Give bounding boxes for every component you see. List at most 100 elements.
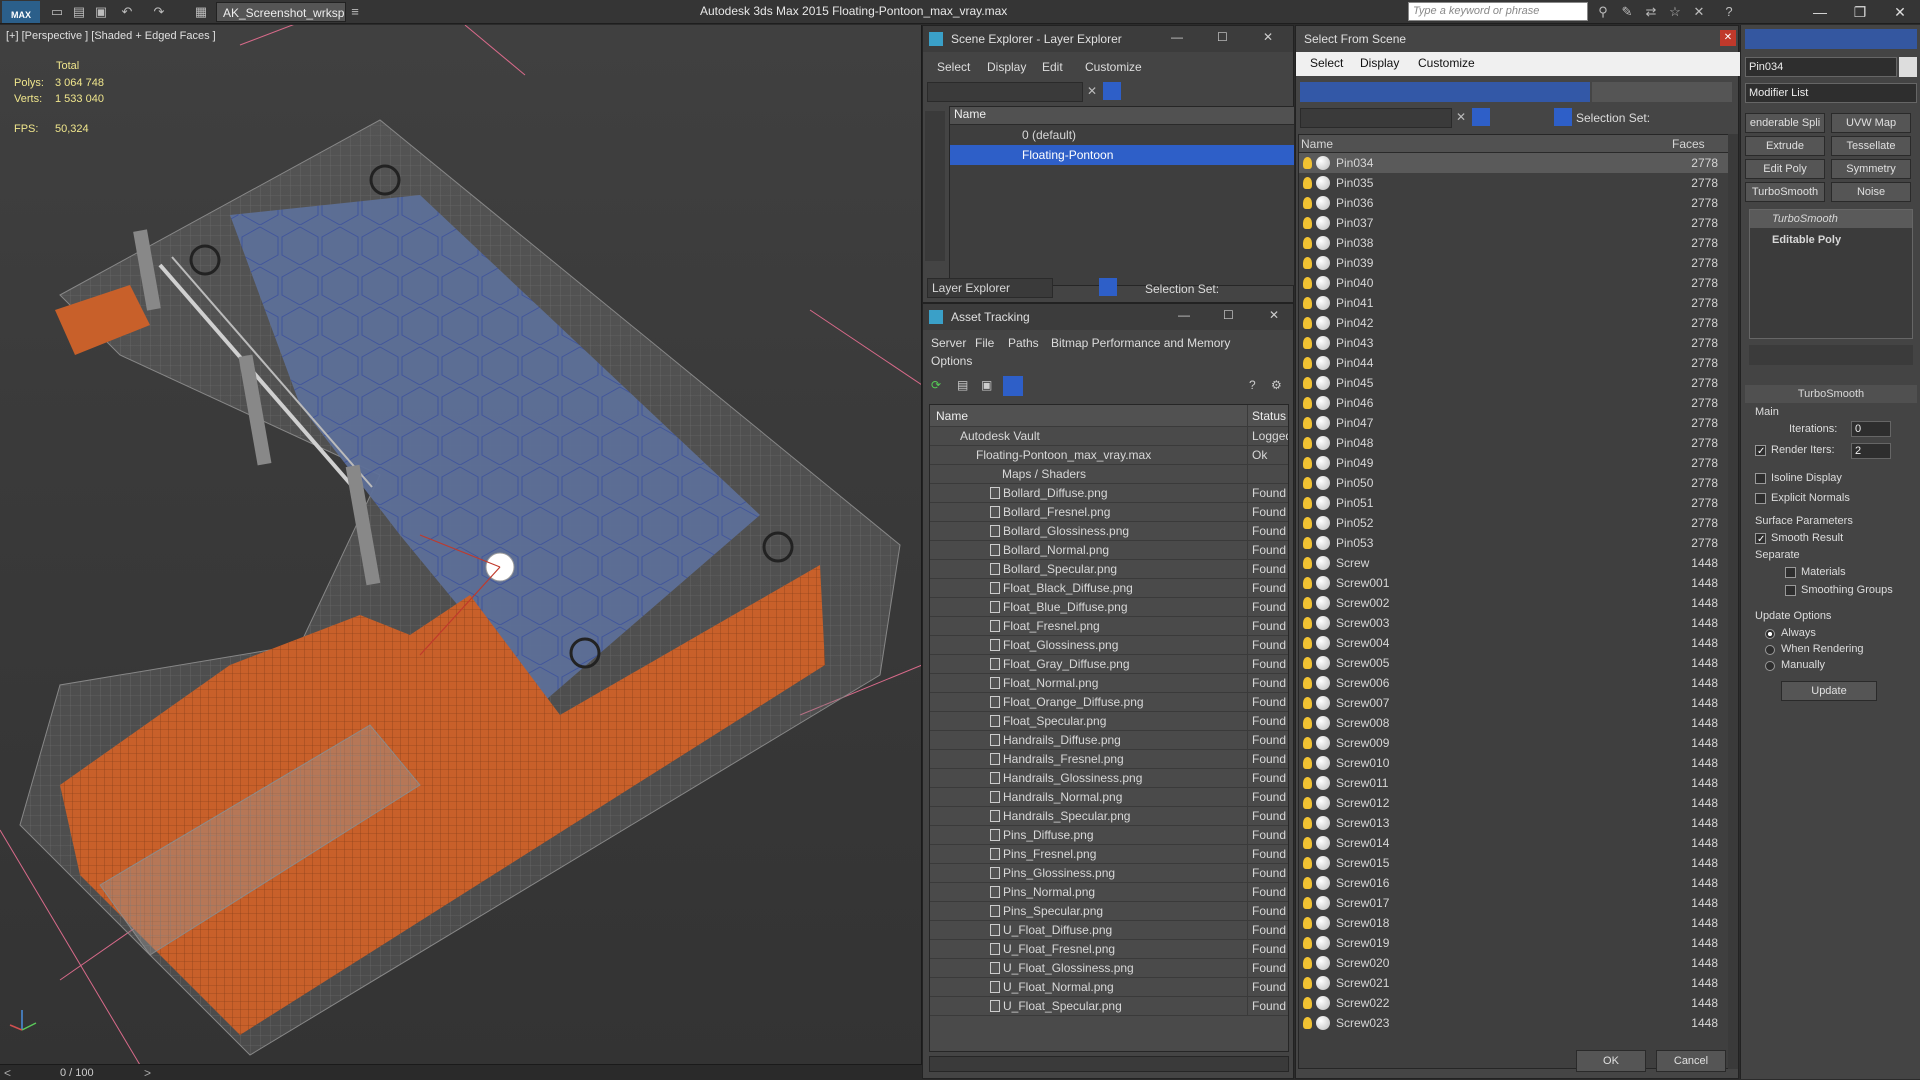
lightbulb-icon[interactable]	[1303, 417, 1312, 429]
menu-customize[interactable]: Customize	[1418, 56, 1475, 70]
viewport-label[interactable]: [+] [Perspective ] [Shaded + Edged Faces…	[6, 30, 216, 42]
object-name-field[interactable]: Pin034	[1745, 57, 1897, 77]
lightbulb-icon[interactable]	[1303, 997, 1312, 1009]
list-view-icon[interactable]: ▤	[957, 378, 968, 392]
lightbulb-icon[interactable]	[1303, 737, 1312, 749]
lightbulb-icon[interactable]	[1303, 157, 1312, 169]
lightbulb-icon[interactable]	[1303, 337, 1312, 349]
lightbulb-icon[interactable]	[1303, 197, 1312, 209]
asset-row-maps-folder[interactable]: Maps / Shaders	[930, 465, 1288, 484]
object-row[interactable]: Screw020 1448	[1299, 953, 1729, 973]
object-row[interactable]: Screw 1448	[1299, 553, 1729, 573]
manually-radio[interactable]	[1765, 661, 1775, 671]
status-column-header[interactable]: Status	[1252, 405, 1288, 427]
menu-select[interactable]: Select	[937, 60, 970, 74]
settings-icon[interactable]: ⚙	[1271, 378, 1282, 392]
extrude-button[interactable]: Extrude	[1745, 136, 1825, 156]
stack-item-turbosmooth[interactable]: TurboSmooth	[1750, 210, 1912, 228]
lightbulb-icon[interactable]	[1303, 237, 1312, 249]
menu-options[interactable]: Options	[931, 354, 972, 368]
asset-row-map[interactable]: Bollard_Diffuse.png Found	[930, 484, 1288, 503]
tools-icon[interactable]: ✎	[1618, 3, 1636, 21]
object-color-swatch[interactable]	[1899, 57, 1917, 77]
object-row[interactable]: Pin035 2778	[1299, 173, 1729, 193]
lightbulb-icon[interactable]	[1303, 597, 1312, 609]
smoothing-groups-checkbox[interactable]	[1785, 585, 1796, 596]
favorites-star-icon[interactable]: ☆	[1666, 3, 1684, 21]
table-view-icon[interactable]	[1003, 376, 1023, 396]
layer-row-default[interactable]: 0 (default)	[950, 125, 1294, 145]
lightbulb-icon[interactable]	[1303, 937, 1312, 949]
object-row[interactable]: Screw019 1448	[1299, 933, 1729, 953]
name-column-header[interactable]: Name	[930, 405, 1248, 427]
perspective-viewport[interactable]: [+] [Perspective ] [Shaded + Edged Faces…	[0, 25, 922, 1065]
scene-search-input[interactable]	[927, 82, 1083, 102]
explorer-mode-dropdown[interactable]: Layer Explorer	[927, 278, 1053, 298]
object-row[interactable]: Screw011 1448	[1299, 773, 1729, 793]
project-folder-icon[interactable]: ▦	[192, 3, 210, 21]
always-radio[interactable]	[1765, 629, 1775, 639]
lightbulb-icon[interactable]	[1303, 717, 1312, 729]
layer-row-floating-pontoon[interactable]: Floating-Pontoon	[950, 145, 1294, 165]
object-row[interactable]: Screw012 1448	[1299, 793, 1729, 813]
horizontal-scrollbar[interactable]	[929, 1056, 1289, 1072]
maximize-icon[interactable]: ☐	[1223, 308, 1234, 322]
minimize-icon[interactable]: —	[1171, 30, 1183, 44]
vertical-scrollbar[interactable]	[1728, 134, 1738, 1069]
image-view-icon[interactable]: ▣	[981, 378, 992, 392]
lightbulb-icon[interactable]	[1303, 657, 1312, 669]
renderable-spline-button[interactable]: enderable Spli	[1745, 113, 1825, 133]
object-row[interactable]: Screw023 1448	[1299, 1013, 1729, 1033]
asset-row-map[interactable]: Float_Glossiness.png Found	[930, 636, 1288, 655]
refresh-icon[interactable]: ⟳	[931, 378, 941, 392]
iterations-spinner[interactable]: 0	[1851, 421, 1891, 437]
lightbulb-icon[interactable]	[1303, 617, 1312, 629]
object-row[interactable]: Pin044 2778	[1299, 353, 1729, 373]
binoculars-icon[interactable]: ⚲	[1594, 3, 1612, 21]
lightbulb-icon[interactable]	[1303, 857, 1312, 869]
asset-row-map[interactable]: Bollard_Normal.png Found	[930, 541, 1288, 560]
keyword-search-input[interactable]: Type a keyword or phrase	[1408, 2, 1588, 21]
asset-row-map[interactable]: U_Float_Specular.png Found	[930, 997, 1288, 1016]
object-row[interactable]: Pin036 2778	[1299, 193, 1729, 213]
selection-toolbar[interactable]	[1592, 82, 1732, 102]
undo-icon[interactable]: ↶	[118, 3, 136, 21]
asset-row-map[interactable]: Float_Specular.png Found	[930, 712, 1288, 731]
object-row[interactable]: Pin049 2778	[1299, 453, 1729, 473]
lightbulb-icon[interactable]	[1303, 877, 1312, 889]
open-file-icon[interactable]: ▤	[70, 3, 88, 21]
asset-row-vault[interactable]: Autodesk Vault Logged	[930, 427, 1288, 446]
object-row[interactable]: Pin048 2778	[1299, 433, 1729, 453]
name-column-header[interactable]: Name	[950, 107, 1294, 125]
object-row[interactable]: Screw001 1448	[1299, 573, 1729, 593]
tessellate-button[interactable]: Tessellate	[1831, 136, 1911, 156]
asset-row-map[interactable]: U_Float_Normal.png Found	[930, 978, 1288, 997]
asset-row-map[interactable]: Bollard_Specular.png Found	[930, 560, 1288, 579]
new-file-icon[interactable]: ▭	[48, 3, 66, 21]
update-button[interactable]: Update	[1781, 681, 1877, 701]
lightbulb-icon[interactable]	[1303, 797, 1312, 809]
edit-poly-button[interactable]: Edit Poly	[1745, 159, 1825, 179]
layer-explorer-icon[interactable]	[1099, 278, 1117, 296]
asset-row-map[interactable]: Pins_Diffuse.png Found	[930, 826, 1288, 845]
asset-row-map[interactable]: U_Float_Fresnel.png Found	[930, 940, 1288, 959]
lightbulb-icon[interactable]	[1303, 557, 1312, 569]
lightbulb-icon[interactable]	[1303, 517, 1312, 529]
exchange-icon[interactable]: ⇄	[1642, 3, 1660, 21]
asset-row-max-file[interactable]: Floating-Pontoon_max_vray.max Ok	[930, 446, 1288, 465]
lightbulb-icon[interactable]	[1303, 897, 1312, 909]
asset-row-map[interactable]: Float_Black_Diffuse.png Found	[930, 579, 1288, 598]
object-row[interactable]: Screw017 1448	[1299, 893, 1729, 913]
lightbulb-icon[interactable]	[1303, 977, 1312, 989]
object-search-input[interactable]	[1300, 108, 1452, 128]
object-row[interactable]: Screw014 1448	[1299, 833, 1729, 853]
prev-frame-icon[interactable]: <	[4, 1066, 11, 1080]
ok-button[interactable]: OK	[1576, 1050, 1646, 1072]
workspace-menu-icon[interactable]: ≡	[346, 3, 364, 21]
object-row[interactable]: Pin039 2778	[1299, 253, 1729, 273]
object-row[interactable]: Pin051 2778	[1299, 493, 1729, 513]
explorer-side-toolbar[interactable]	[925, 111, 945, 261]
smooth-result-checkbox[interactable]	[1755, 533, 1766, 544]
lightbulb-icon[interactable]	[1303, 817, 1312, 829]
turbosmooth-rollout-header[interactable]: TurboSmooth	[1745, 385, 1917, 403]
